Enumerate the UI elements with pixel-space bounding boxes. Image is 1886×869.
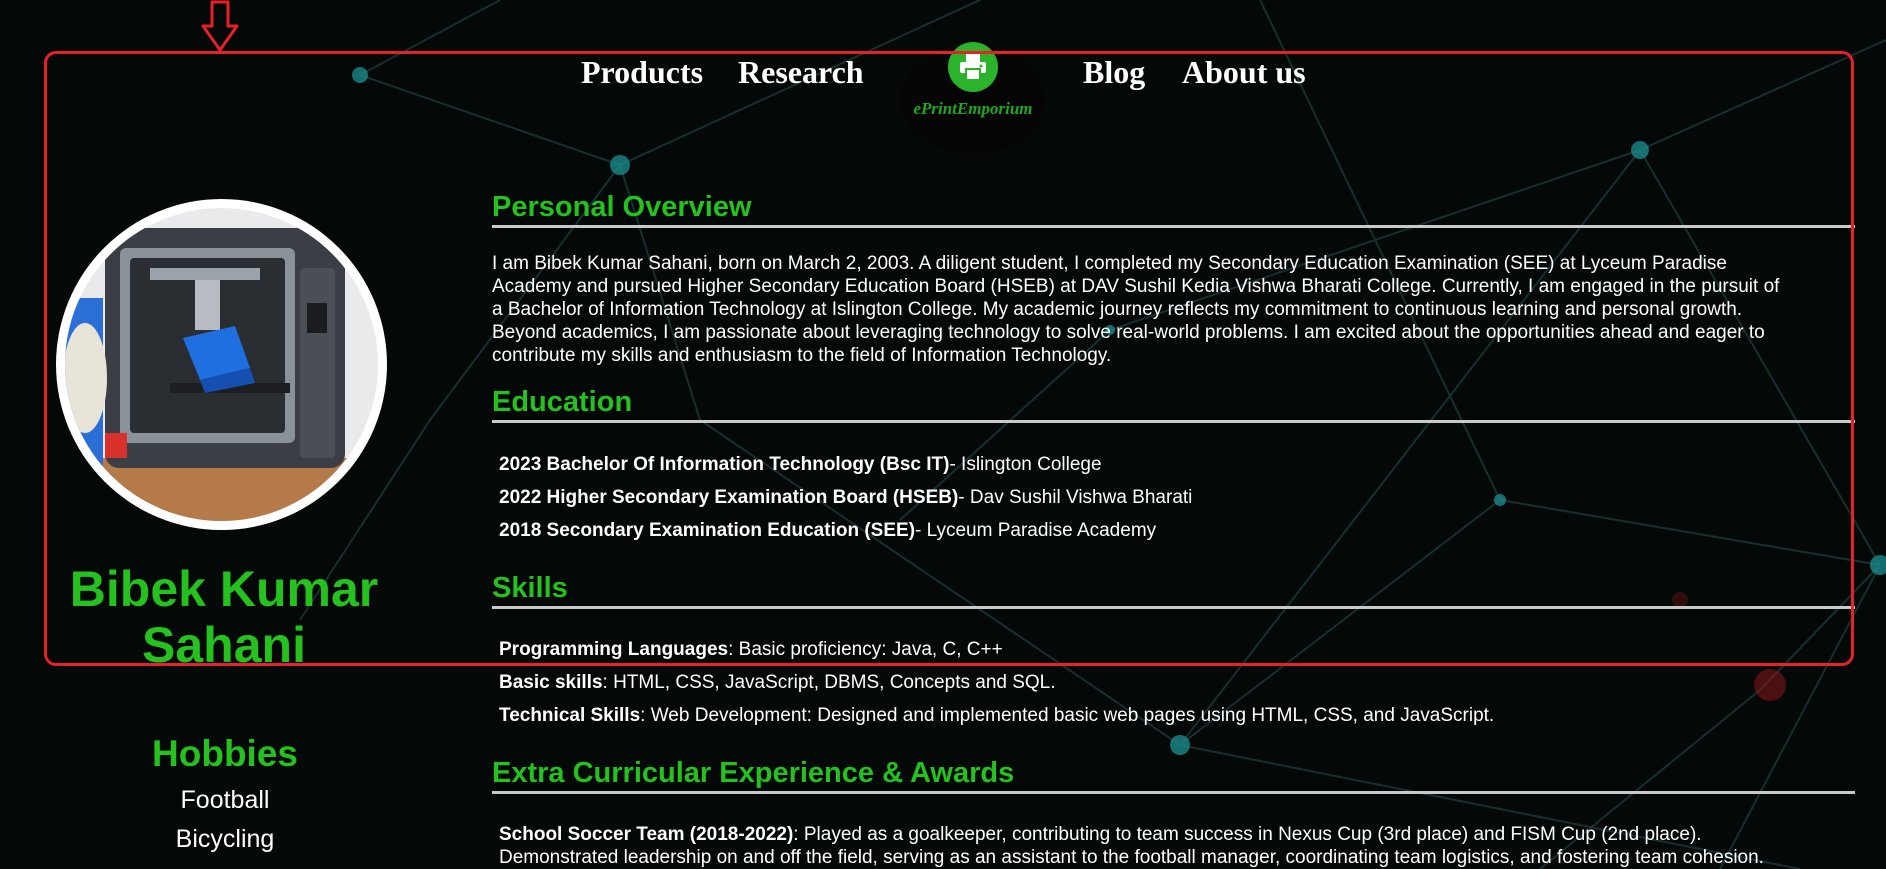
nav-link-products[interactable]: Products bbox=[581, 54, 703, 91]
site-logo[interactable]: ePrintEmporium bbox=[893, 40, 1053, 155]
skill-name: Technical Skills bbox=[499, 705, 641, 726]
education-school: - Lyceum Paradise Academy bbox=[915, 520, 1157, 541]
nav-link-research[interactable]: Research bbox=[738, 54, 864, 91]
profile-name-line1: Bibek Kumar bbox=[69, 561, 379, 617]
skill-name: Programming Languages bbox=[499, 639, 729, 660]
skill-item: Technical Skills: Web Development: Desig… bbox=[499, 704, 1494, 727]
skill-detail: : Basic proficiency: Java, C, C++ bbox=[728, 639, 1003, 660]
3d-printer-illustration bbox=[65, 208, 378, 521]
award-item-continued: Demonstrated leadership on and off the f… bbox=[499, 847, 1764, 868]
profile-photo bbox=[56, 199, 387, 530]
overview-line: Beyond academics, I am passionate about … bbox=[492, 322, 1765, 343]
section-divider bbox=[492, 225, 1855, 228]
nav-link-about-us[interactable]: About us bbox=[1182, 54, 1306, 91]
nav-link-blog[interactable]: Blog bbox=[1083, 54, 1145, 91]
section-title-overview: Personal Overview bbox=[492, 191, 752, 223]
award-item: School Soccer Team (2018-2022): Played a… bbox=[499, 823, 1702, 846]
overview-line: Academy and pursued Higher Secondary Edu… bbox=[492, 276, 1780, 297]
section-title-education: Education bbox=[492, 386, 633, 418]
skill-item: Programming Languages: Basic proficiency… bbox=[499, 638, 1003, 661]
skill-detail: : Web Development: Designed and implemen… bbox=[640, 705, 1495, 726]
profile-name-line2: Sahani bbox=[142, 617, 306, 673]
award-detail: : Played as a goalkeeper, contributing t… bbox=[793, 824, 1702, 845]
section-divider bbox=[492, 420, 1855, 423]
overview-line: contribute my skills and enthusiasm to t… bbox=[492, 345, 1112, 366]
education-item: 2023 Bachelor Of Information Technology … bbox=[499, 453, 1102, 476]
award-name: School Soccer Team (2018-2022) bbox=[499, 824, 794, 845]
overview-line: a Bachelor of Information Technology at … bbox=[492, 299, 1743, 320]
education-degree: 2022 Higher Secondary Examination Board … bbox=[499, 487, 959, 508]
logo-text: ePrintEmporium bbox=[913, 99, 1033, 118]
overview-line: I am Bibek Kumar Sahani, born on March 2… bbox=[492, 253, 1727, 274]
education-school: - Islington College bbox=[949, 454, 1102, 475]
overview-paragraph: I am Bibek Kumar Sahani, born on March 2… bbox=[492, 252, 1852, 367]
hobby-item: Bicycling bbox=[175, 825, 275, 853]
education-item: 2018 Secondary Examination Education (SE… bbox=[499, 519, 1156, 542]
section-divider bbox=[492, 791, 1855, 794]
hobby-item: Football bbox=[180, 786, 270, 814]
skill-item: Basic skills: HTML, CSS, JavaScript, DBM… bbox=[499, 671, 1056, 694]
skill-detail: : HTML, CSS, JavaScript, DBMS, Concepts … bbox=[602, 672, 1056, 693]
section-title-skills: Skills bbox=[492, 572, 568, 604]
section-title-extracurricular: Extra Curricular Experience & Awards bbox=[492, 757, 1015, 789]
printer-icon bbox=[948, 42, 998, 92]
skill-name: Basic skills bbox=[499, 672, 603, 693]
section-divider bbox=[492, 606, 1855, 609]
annotation-arrow-icon bbox=[201, 0, 239, 52]
education-degree: 2018 Secondary Examination Education (SE… bbox=[499, 520, 916, 541]
profile-name: Bibek Kumar Sahani bbox=[38, 561, 410, 673]
education-degree: 2023 Bachelor Of Information Technology … bbox=[499, 454, 950, 475]
hobbies-title: Hobbies bbox=[152, 733, 298, 774]
education-item: 2022 Higher Secondary Examination Board … bbox=[499, 486, 1192, 509]
education-school: - Dav Sushil Vishwa Bharati bbox=[958, 487, 1193, 508]
